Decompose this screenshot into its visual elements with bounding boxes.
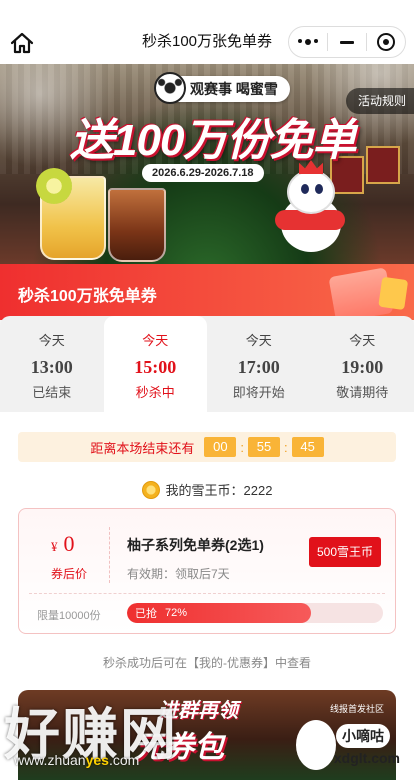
red-envelope-icon xyxy=(328,267,394,323)
banner-tag: 观赛事 喝蜜雪 xyxy=(154,72,290,104)
mini-program-capsule xyxy=(288,26,406,58)
countdown-hours: 00 xyxy=(204,437,237,457)
redeem-hint: 秒杀成功后可在【我的-优惠券】中查看 xyxy=(103,656,311,670)
session-tab-1500[interactable]: 今天 15:00 秒杀中 xyxy=(103,316,207,412)
coupon-validity: 有效期：领取后7天 xyxy=(127,567,230,581)
banner-date: 2026.6.29-2026.7.18 xyxy=(142,164,264,182)
section-title: 秒杀100万张免单券 xyxy=(18,288,157,305)
group-promo-banner[interactable]: 进群再领 元券包 线报首发社区 小嘀咕 xyxy=(18,690,396,780)
snow-king-mascot xyxy=(296,720,336,770)
session-tabs: 今天 13:00 已结束 今天 15:00 秒杀中 今天 17:00 即将开始 … xyxy=(0,316,414,412)
coupon-limit: 限量10000份 xyxy=(37,610,101,622)
coupon-name: 柚子系列免单券(2选1) xyxy=(127,537,264,553)
football-icon xyxy=(154,72,186,104)
promo-banner: 观赛事 喝蜜雪 送100万份免单 2026.6.29-2026.7.18 活动规… xyxy=(0,64,414,264)
drink-cup-illustration xyxy=(108,188,166,262)
section-header: 秒杀100万张免单券 xyxy=(0,264,414,323)
countdown-bar: 距离本场结束还有 00 : 55 : 45 xyxy=(18,432,396,462)
main-content: 距离本场结束还有 00 : 55 : 45 我的雪王币：2222 ¥0 券后价 … xyxy=(0,412,414,780)
countdown-minutes: 55 xyxy=(248,437,280,457)
target-close-icon[interactable] xyxy=(367,27,405,57)
coupon-price: ¥0 xyxy=(51,531,75,556)
minimize-icon[interactable] xyxy=(328,27,366,57)
nav-bar: 秒杀100万张免单券 xyxy=(0,0,414,64)
activity-rules-button[interactable]: 活动规则 xyxy=(345,88,414,114)
coin-icon xyxy=(141,480,160,499)
sold-progress-bar: 已抢 72% xyxy=(127,603,383,623)
session-tab-1300[interactable]: 今天 13:00 已结束 xyxy=(0,316,104,412)
countdown-label: 距离本场结束还有 xyxy=(90,440,195,456)
lemon-slice-illustration xyxy=(36,168,72,204)
sold-progress-fill: 已抢 72% xyxy=(127,603,312,623)
price-caption: 券后价 xyxy=(51,567,88,581)
countdown-seconds: 45 xyxy=(291,437,324,457)
more-dots-icon[interactable] xyxy=(289,27,327,57)
session-tab-1700[interactable]: 今天 17:00 即将开始 xyxy=(207,316,311,412)
banner-headline: 送100万份免单 xyxy=(70,116,356,165)
coin-balance: 我的雪王币：2222 xyxy=(0,480,414,499)
session-tab-1900[interactable]: 今天 19:00 敬请期待 xyxy=(311,316,414,412)
redeem-button[interactable]: 500雪王币 xyxy=(308,537,381,567)
snow-king-mascot xyxy=(275,160,345,252)
coupon-card: ¥0 券后价 柚子系列免单券(2选1) 有效期：领取后7天 500雪王币 限量1… xyxy=(18,508,396,634)
